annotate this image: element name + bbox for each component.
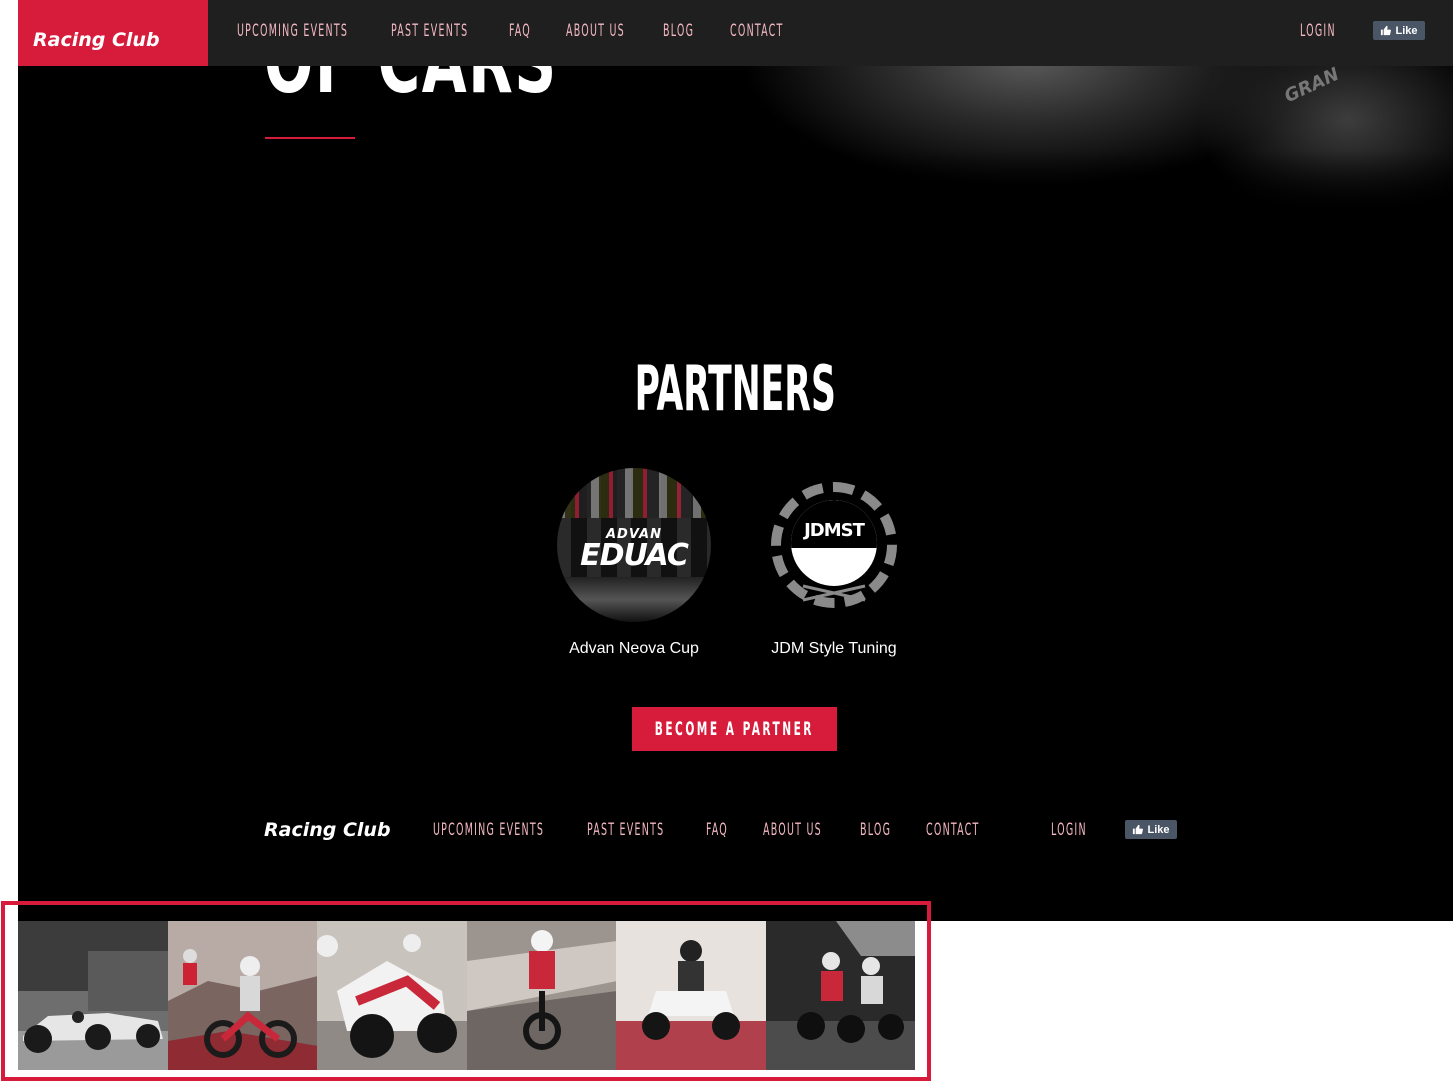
partner-advan[interactable]: ADVAN EDUAC Advan Neova Cup [534,468,734,658]
advan-logo-background [557,468,711,518]
footer-brand-logo[interactable]: Racing Club [264,819,391,841]
footer-link-upcoming-events[interactable]: UPCOMING EVENTS [433,820,544,840]
crossed-ribbon-icon [802,584,866,602]
brand-name: Racing Club [33,29,160,51]
gallery-photo-atv-quad[interactable] [616,921,766,1070]
partner-name[interactable]: JDM Style Tuning [734,640,934,658]
sport-motorcycle-photo-icon [317,921,467,1070]
gallery-photo-dirt-bike[interactable] [167,921,317,1070]
footer-link-login[interactable]: LOGIN [1051,820,1087,840]
hero-divider [265,137,355,139]
photo-gallery-strip [18,921,915,1070]
advan-logo-big-text: EDUAC [580,538,689,573]
footer-link-blog[interactable]: BLOG [860,820,891,840]
atv-quad-photo-icon [616,921,766,1070]
thumbs-up-icon [1133,824,1144,835]
atv-race-start-photo-icon [765,921,915,1070]
like-label: Like [1395,24,1418,37]
helmet-brand-mark: GRAN [1281,63,1343,108]
gallery-photo-motocross-jump[interactable] [466,921,616,1070]
motocross-jump-photo-icon [466,921,616,1070]
page-body: GRAN OF CARS PARTNERS ADVAN EDUAC Advan … [18,0,1453,921]
partner-jdmst[interactable]: JDMST JDM Style Tuning [734,468,934,658]
nav-link-faq[interactable]: FAQ [509,21,531,41]
top-navigation-bar: Racing Club UPCOMING EVENTS PAST EVENTS … [18,0,1453,66]
advan-logo-car [557,577,711,622]
footer-link-about-us[interactable]: ABOUT US [763,820,822,840]
advan-logo-wordmark: ADVAN EDUAC [557,528,711,571]
footer-link-faq[interactable]: FAQ [706,820,728,840]
nav-link-blog[interactable]: BLOG [663,21,694,41]
thumbs-up-icon [1381,25,1392,36]
footer-link-contact[interactable]: CONTACT [926,820,980,840]
brand-logo[interactable]: Racing Club [18,0,208,66]
vintage-race-car-photo-icon [18,921,168,1070]
footer-link-past-events[interactable]: PAST EVENTS [587,820,664,840]
gallery-photo-sport-motorcycle[interactable] [317,921,467,1070]
nav-link-login[interactable]: LOGIN [1300,21,1336,41]
become-partner-button[interactable]: BECOME A PARTNER [632,707,837,751]
gallery-photo-atv-race-start[interactable] [765,921,915,1070]
nav-link-past-events[interactable]: PAST EVENTS [391,21,468,41]
partners-heading-text: PARTNERS [634,352,837,425]
partners-heading: PARTNERS [18,358,1453,420]
jdmst-logo-text: JDMST [804,520,865,541]
facebook-like-button[interactable]: Like [1373,21,1425,40]
jdmst-emblem: JDMST [791,500,877,586]
nav-link-upcoming-events[interactable]: UPCOMING EVENTS [237,21,348,41]
footer-like-label: Like [1147,823,1170,836]
nav-link-contact[interactable]: CONTACT [730,21,784,41]
nav-link-about-us[interactable]: ABOUT US [566,21,625,41]
become-partner-label: BECOME A PARTNER [654,718,815,740]
gallery-photo-vintage-race-car[interactable] [18,921,168,1070]
footer-facebook-like-button[interactable]: Like [1125,820,1177,839]
advan-logo[interactable]: ADVAN EDUAC [557,468,711,622]
jdmst-logo[interactable]: JDMST [757,468,911,622]
partner-name[interactable]: Advan Neova Cup [534,640,734,658]
dirt-bike-photo-icon [167,921,317,1070]
